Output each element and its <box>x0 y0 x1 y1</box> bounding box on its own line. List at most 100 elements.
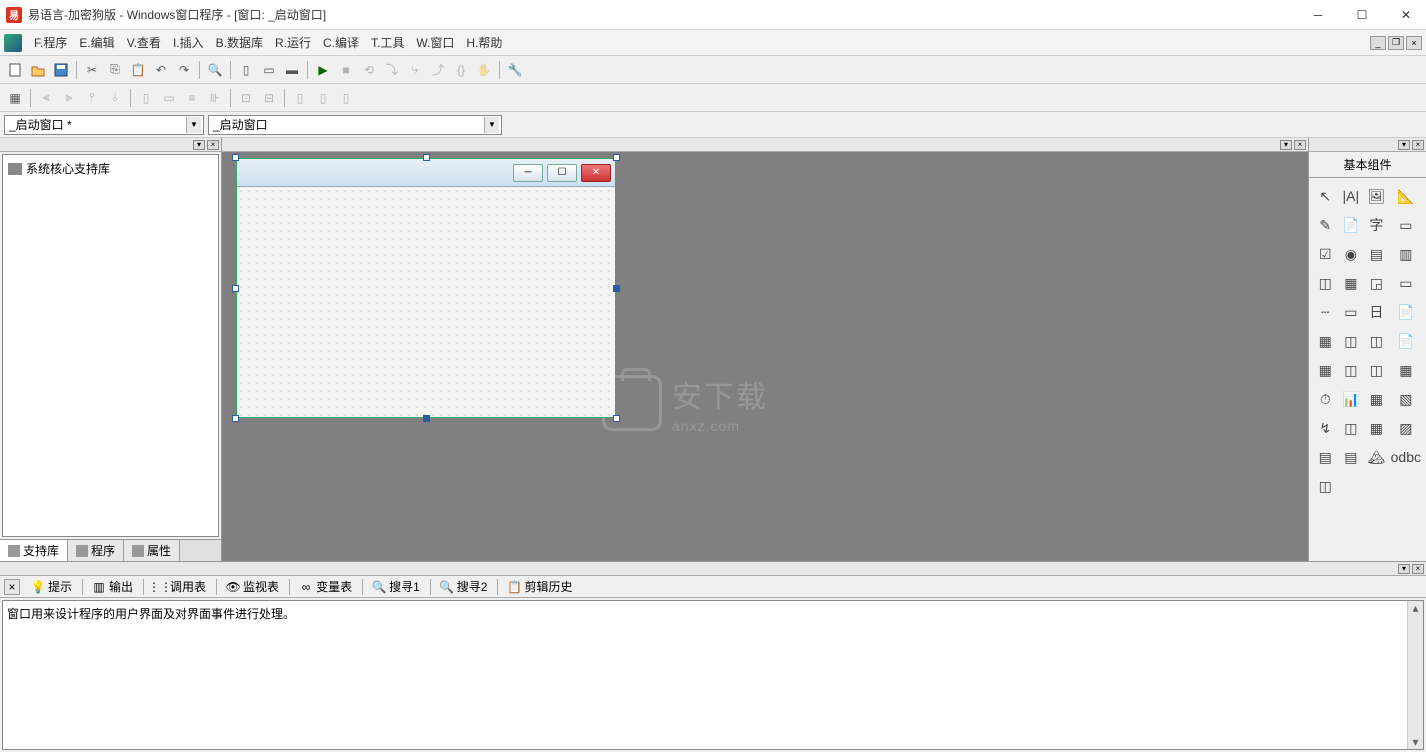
palette-item-23[interactable]: 📄 <box>1390 327 1422 355</box>
tab-property[interactable]: 属性 <box>124 540 180 561</box>
menu-edit[interactable]: E.编辑 <box>73 32 120 53</box>
mdi-minimize-button[interactable]: _ <box>1370 36 1386 50</box>
palette-item-24[interactable]: ▦ <box>1313 356 1338 384</box>
menu-help[interactable]: H.帮助 <box>460 32 508 53</box>
menu-view[interactable]: V.查看 <box>121 32 167 53</box>
menu-run[interactable]: R.运行 <box>269 32 317 53</box>
tab-search1[interactable]: 🔍搜寻1 <box>367 576 426 597</box>
palette-item-9[interactable]: ◉ <box>1339 240 1364 268</box>
combo-arrow-icon[interactable]: ▼ <box>484 117 499 133</box>
palette-item-25[interactable]: ◫ <box>1339 356 1364 384</box>
design-close-button[interactable]: ✕ <box>581 164 611 182</box>
palette-item-0[interactable]: ↖ <box>1313 182 1338 210</box>
minimize-button[interactable]: ─ <box>1304 4 1332 26</box>
palette-item-6[interactable]: 字 <box>1364 211 1389 239</box>
menu-database[interactable]: B.数据库 <box>210 32 269 53</box>
tree-item-root[interactable]: 系统核心支持库 <box>7 159 214 178</box>
help-tool-button[interactable]: 🔧 <box>504 59 526 81</box>
open-button[interactable] <box>27 59 49 81</box>
design-minimize-button[interactable]: ─ <box>513 164 543 182</box>
palette-item-7[interactable]: ▭ <box>1390 211 1422 239</box>
palette-item-10[interactable]: ▤ <box>1364 240 1389 268</box>
palette-item-16[interactable]: ┄ <box>1313 298 1338 326</box>
palette-item-12[interactable]: ◫ <box>1313 269 1338 297</box>
palette-item-26[interactable]: ◫ <box>1364 356 1389 384</box>
palette-item-36[interactable]: ▤ <box>1313 443 1338 471</box>
palette-item-19[interactable]: 📄 <box>1390 298 1422 326</box>
mdi-restore-button[interactable]: ❐ <box>1388 36 1404 50</box>
palette-item-38[interactable]: 🏔 <box>1364 443 1389 471</box>
resize-handle-n[interactable] <box>423 154 430 161</box>
menu-insert[interactable]: I.插入 <box>167 32 210 53</box>
menu-file[interactable]: F.程序 <box>28 32 73 53</box>
palette-item-35[interactable]: ▨ <box>1390 414 1422 442</box>
palette-close-button[interactable]: × <box>1412 140 1424 150</box>
tab-library[interactable]: 支持库 <box>0 540 68 561</box>
resize-handle-ne[interactable] <box>613 154 620 161</box>
library-tree[interactable]: 系统核心支持库 <box>2 154 219 537</box>
canvas-min-button[interactable]: ▾ <box>1280 140 1292 150</box>
palette-item-8[interactable]: ☑ <box>1313 240 1338 268</box>
tab-calltable[interactable]: ⋮⋮调用表 <box>148 576 212 597</box>
bottom-close-x[interactable]: × <box>4 579 20 595</box>
palette-item-37[interactable]: ▤ <box>1339 443 1364 471</box>
design-window-titlebar[interactable]: ─ ☐ ✕ <box>237 159 615 187</box>
new-button[interactable] <box>4 59 26 81</box>
palette-item-3[interactable]: 📐 <box>1390 182 1422 210</box>
layout2-button[interactable]: ▭ <box>258 59 280 81</box>
palette-item-32[interactable]: ↯ <box>1313 414 1338 442</box>
design-canvas[interactable]: ─ ☐ ✕ 安下载 anxz.com <box>222 152 1308 561</box>
palette-item-30[interactable]: ▦ <box>1364 385 1389 413</box>
palette-item-1[interactable]: |A| <box>1339 182 1364 210</box>
palette-item-17[interactable]: ▭ <box>1339 298 1364 326</box>
run-button[interactable]: ▶ <box>312 59 334 81</box>
palette-item-18[interactable]: 日 <box>1364 298 1389 326</box>
close-button[interactable]: ✕ <box>1392 4 1420 26</box>
design-window[interactable]: ─ ☐ ✕ <box>236 158 616 418</box>
palette-item-43[interactable] <box>1390 472 1422 500</box>
layout3-button[interactable]: ▬ <box>281 59 303 81</box>
design-window-body[interactable] <box>237 187 615 417</box>
maximize-button[interactable]: ☐ <box>1348 4 1376 26</box>
palette-item-41[interactable] <box>1339 472 1364 500</box>
palette-item-13[interactable]: ▦ <box>1339 269 1364 297</box>
bottom-min-button[interactable]: ▾ <box>1398 564 1410 574</box>
palette-min-button[interactable]: ▾ <box>1398 140 1410 150</box>
menu-window[interactable]: W.窗口 <box>410 32 460 53</box>
combo-arrow-icon[interactable]: ▼ <box>186 117 201 133</box>
palette-item-34[interactable]: ▦ <box>1364 414 1389 442</box>
resize-handle-w[interactable] <box>232 285 239 292</box>
resize-handle-sw[interactable] <box>232 415 239 422</box>
copy-button[interactable]: ⎘ <box>104 59 126 81</box>
resize-handle-s[interactable] <box>423 415 430 422</box>
palette-item-28[interactable]: ⏱ <box>1313 385 1338 413</box>
menu-compile[interactable]: C.编译 <box>317 32 365 53</box>
mdi-close-button[interactable]: × <box>1406 36 1422 50</box>
grid-button[interactable]: ▦ <box>4 87 26 109</box>
find-button[interactable]: 🔍 <box>204 59 226 81</box>
palette-item-42[interactable] <box>1364 472 1389 500</box>
palette-item-4[interactable]: ✎ <box>1313 211 1338 239</box>
combo-event[interactable]: _启动窗口 ▼ <box>208 115 502 135</box>
design-maximize-button[interactable]: ☐ <box>547 164 577 182</box>
menu-tools[interactable]: T.工具 <box>365 32 410 53</box>
palette-item-5[interactable]: 📄 <box>1339 211 1364 239</box>
undo-button[interactable]: ↶ <box>150 59 172 81</box>
cut-button[interactable]: ✂ <box>81 59 103 81</box>
panel-close-button[interactable]: × <box>207 140 219 150</box>
tab-vars[interactable]: ∞变量表 <box>294 576 358 597</box>
tab-watch[interactable]: 👁监视表 <box>221 576 285 597</box>
palette-item-40[interactable]: ◫ <box>1313 472 1338 500</box>
palette-item-22[interactable]: ◫ <box>1364 327 1389 355</box>
palette-item-11[interactable]: ▥ <box>1390 240 1422 268</box>
resize-handle-nw[interactable] <box>232 154 239 161</box>
palette-item-21[interactable]: ◫ <box>1339 327 1364 355</box>
tab-search2[interactable]: 🔍搜寻2 <box>435 576 494 597</box>
palette-item-39[interactable]: odbc <box>1390 443 1422 471</box>
layout1-button[interactable]: ▯ <box>235 59 257 81</box>
palette-item-20[interactable]: ▦ <box>1313 327 1338 355</box>
canvas-close-button[interactable]: × <box>1294 140 1306 150</box>
palette-item-31[interactable]: ▧ <box>1390 385 1422 413</box>
save-button[interactable] <box>50 59 72 81</box>
palette-item-29[interactable]: 📊 <box>1339 385 1364 413</box>
